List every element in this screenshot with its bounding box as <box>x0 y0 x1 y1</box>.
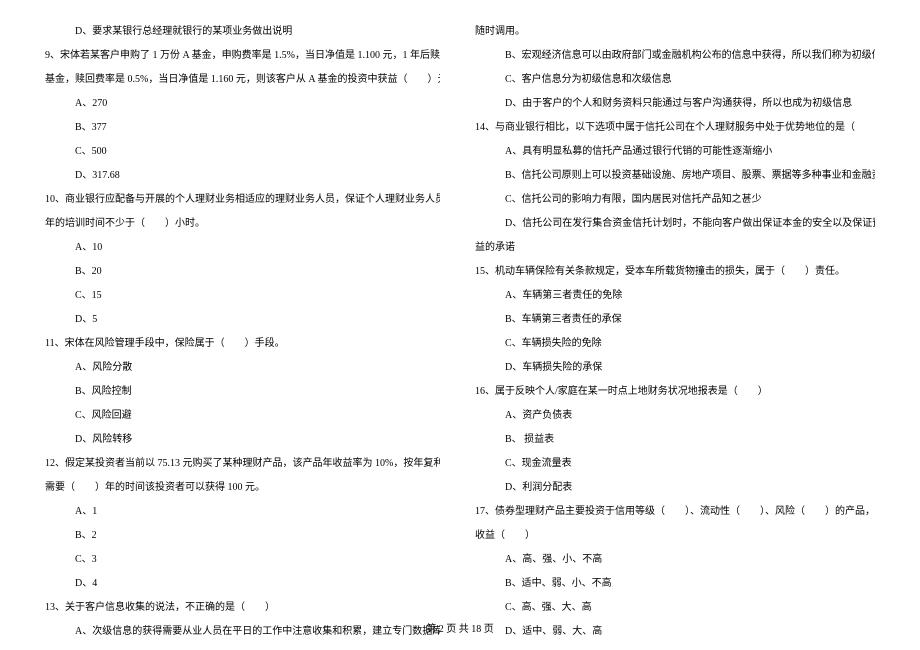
question-13: 13、关于客户信息收集的说法，不正确的是（ ） <box>45 596 440 620</box>
option-a: A、风险分散 <box>45 356 440 380</box>
option-d: D、5 <box>45 308 440 332</box>
option-b: B、20 <box>45 260 440 284</box>
option-d: D、4 <box>45 572 440 596</box>
option-c: C、3 <box>45 548 440 572</box>
question-12-line2: 需要（ ）年的时间该投资者可以获得 100 元。 <box>45 476 440 500</box>
option-c: C、高、强、大、高 <box>475 596 875 620</box>
option-b: B、2 <box>45 524 440 548</box>
option-b: B、 损益表 <box>475 428 875 452</box>
option-c: C、信托公司的影响力有限，国内居民对信托产品知之甚少 <box>475 188 875 212</box>
option-d: D、适中、弱、大、高 <box>475 620 875 644</box>
option-d: D、风险转移 <box>45 428 440 452</box>
left-column: D、要求某银行总经理就银行的某项业务做出说明 9、宋体若某客户申购了 1 万份 … <box>30 20 460 610</box>
option-d: D、317.68 <box>45 164 440 188</box>
question-17-line1: 17、债券型理财产品主要投资于信用等级（ ）、流动性（ ）、风险（ ）的产品， <box>475 500 875 524</box>
option-b: B、377 <box>45 116 440 140</box>
option-c: C、风险回避 <box>45 404 440 428</box>
right-column: 随时调用。 B、宏观经济信息可以由政府部门或金融机构公布的信息中获得，所以我们称… <box>460 20 890 610</box>
option-a: A、270 <box>45 92 440 116</box>
option-a: A、1 <box>45 500 440 524</box>
option-a: A、资产负债表 <box>475 404 875 428</box>
option-c: C、客户信息分为初级信息和次级信息 <box>475 68 875 92</box>
option-b: B、宏观经济信息可以由政府部门或金融机构公布的信息中获得，所以我们称为初级信息 <box>475 44 875 68</box>
question-17-line2: 收益（ ） <box>475 524 875 548</box>
question-11: 11、宋体在风险管理手段中，保险属于（ ）手段。 <box>45 332 440 356</box>
option-d-cont: 益的承诺 <box>475 236 875 260</box>
option-d: D、利润分配表 <box>475 476 875 500</box>
option-a: A、高、强、小、不高 <box>475 548 875 572</box>
option-d: D、车辆损失险的承保 <box>475 356 875 380</box>
option-b: B、适中、弱、小、不高 <box>475 572 875 596</box>
question-14: 14、与商业银行相比，以下选项中属于信托公司在个人理财服务中处于优势地位的是（ … <box>475 116 875 140</box>
question-12-line1: 12、假定某投资者当前以 75.13 元购买了某种理财产品，该产品年收益率为 1… <box>45 452 440 476</box>
question-10-line1: 10、商业银行应配备与开展的个人理财业务相适应的理财业务人员，保证个人理财业务人… <box>45 188 440 212</box>
option-a: A、次级信息的获得需要从业人员在平日的工作中注意收集和积累，建立专门数据库，以便 <box>45 620 440 644</box>
option-a: A、10 <box>45 236 440 260</box>
option-d: D、由于客户的个人和财务资料只能通过与客户沟通获得，所以也成为初级信息 <box>475 92 875 116</box>
option-c: C、车辆损失险的免除 <box>475 332 875 356</box>
option-b: B、车辆第三者责任的承保 <box>475 308 875 332</box>
option-c: C、现金流量表 <box>475 452 875 476</box>
question-16: 16、属于反映个人/家庭在某一时点上地财务状况地报表是（ ） <box>475 380 875 404</box>
question-9-line2: 基金，赎回费率是 0.5%，当日净值是 1.160 元，则该客户从 A 基金的投… <box>45 68 440 92</box>
question-10-line2: 年的培训时间不少于（ ）小时。 <box>45 212 440 236</box>
exam-page: D、要求某银行总经理就银行的某项业务做出说明 9、宋体若某客户申购了 1 万份 … <box>0 0 920 620</box>
option-b: B、信托公司原则上可以投资基础设施、房地产项目、股票、票据等多种事业和金融资产 <box>475 164 875 188</box>
question-15: 15、机动车辆保险有关条款规定，受本车所载货物撞击的损失，属于（ ）责任。 <box>475 260 875 284</box>
option-d: D、信托公司在发行集合资金信托计划时，不能向客户做出保证本金的安全以及保证预期收 <box>475 212 875 236</box>
option-d: D、要求某银行总经理就银行的某项业务做出说明 <box>45 20 440 44</box>
question-9-line1: 9、宋体若某客户申购了 1 万份 A 基金，申购费率是 1.5%，当日净值是 1… <box>45 44 440 68</box>
option-b: B、风险控制 <box>45 380 440 404</box>
option-c: C、15 <box>45 284 440 308</box>
option-a-cont: 随时调用。 <box>475 20 875 44</box>
option-a: A、车辆第三者责任的免除 <box>475 284 875 308</box>
option-c: C、500 <box>45 140 440 164</box>
option-a: A、具有明显私募的信托产品通过银行代销的可能性逐渐缩小 <box>475 140 875 164</box>
